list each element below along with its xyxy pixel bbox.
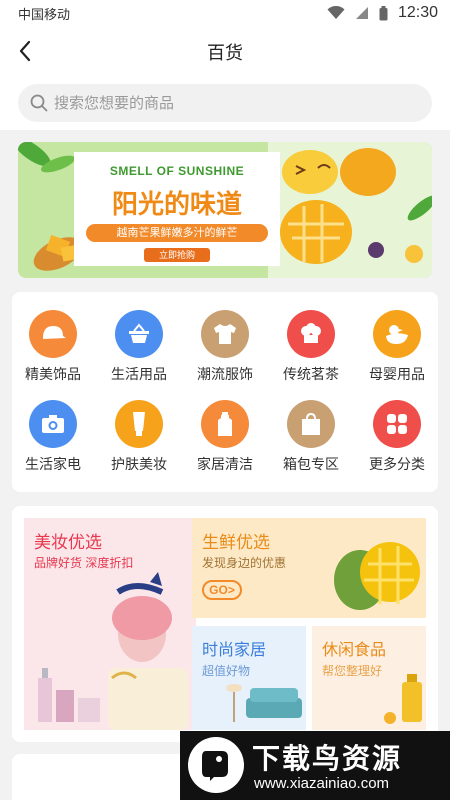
nav-header: 百货 — [0, 26, 450, 76]
status-bar: 中国移动 12:30 — [0, 0, 450, 26]
model-illustration — [38, 572, 188, 730]
status-icons: 12:30 — [327, 4, 438, 22]
watermark-banner[interactable]: 下载鸟资源 www.xiazainiao.com — [180, 731, 450, 800]
search-bar[interactable] — [18, 84, 432, 122]
category-label: 精美饰品 — [25, 366, 81, 382]
category-item-fashion[interactable]: 潮流服饰 — [185, 310, 265, 400]
battery-icon — [379, 5, 388, 20]
category-item-appliance[interactable]: 生活家电 — [13, 400, 93, 490]
promo-home[interactable]: 时尚家居 超值好物 — [192, 626, 306, 730]
watermark-url: www.xiazainiao.com — [254, 775, 390, 792]
signal-icon — [355, 7, 368, 19]
category-label: 潮流服饰 — [197, 366, 253, 382]
oil-bottle-illustration — [384, 674, 422, 724]
promo-banner[interactable]: SMELL OF SUNSHINE 阳光的味道 越南芒果鲜嫩多汁的鲜芒 立即抢购 — [18, 142, 432, 278]
watermark-title: 下载鸟资源 — [252, 743, 403, 774]
category-item-cleaning[interactable]: 家居清洁 — [185, 400, 265, 490]
cap-icon — [29, 310, 77, 358]
carrier-label: 中国移动 — [18, 6, 71, 22]
banner-title-en: SMELL OF SUNSHINE — [109, 164, 245, 178]
category-label: 母婴用品 — [369, 366, 425, 382]
cake-icon — [287, 310, 335, 358]
page-title: 百货 — [207, 43, 243, 63]
mango-illustration — [334, 542, 420, 610]
promo-fresh[interactable]: 生鲜优选 发现身边的优惠 GO> — [192, 518, 426, 618]
banner-card: SMELL OF SUNSHINE 阳光的味道 越南芒果鲜嫩多汁的鲜芒 立即抢购 — [74, 152, 280, 266]
category-item-more[interactable]: 更多分类 — [357, 400, 437, 490]
banner-title-cn: 阳光的味道 — [111, 189, 242, 219]
duck-icon — [373, 310, 421, 358]
category-item-bags[interactable]: 箱包专区 — [271, 400, 351, 490]
search-icon — [30, 94, 48, 112]
banner-subtitle: 越南芒果鲜嫩多汁的鲜芒 — [86, 224, 268, 242]
bird-logo-icon — [188, 737, 244, 793]
category-item-daily[interactable]: 生活用品 — [99, 310, 179, 400]
category-grid: 精美饰品 生活用品 潮流服饰 传统茗茶 母婴用品 生活家电 护肤美妆 家居清洁 … — [12, 292, 438, 492]
search-input[interactable] — [54, 94, 394, 112]
category-label: 生活用品 — [111, 366, 167, 382]
promo-snack[interactable]: 休闲食品 帮您整理好 — [312, 626, 426, 730]
category-label: 更多分类 — [369, 456, 425, 472]
tshirt-icon — [201, 310, 249, 358]
grid-icon — [373, 400, 421, 448]
bag-icon — [287, 400, 335, 448]
category-label: 护肤美妆 — [111, 456, 167, 472]
basket-icon — [115, 310, 163, 358]
search-section — [0, 76, 450, 130]
promo-beauty[interactable]: 美妆优选 品牌好货 深度折扣 — [24, 518, 196, 730]
tube-icon — [115, 400, 163, 448]
category-item-skincare[interactable]: 护肤美妆 — [99, 400, 179, 490]
bottle-icon — [201, 400, 249, 448]
category-label: 生活家电 — [25, 456, 81, 472]
banner-buy-button[interactable]: 立即抢购 — [144, 248, 210, 262]
sofa-illustration — [226, 684, 302, 722]
category-item-tea[interactable]: 传统茗茶 — [271, 310, 351, 400]
category-label: 传统茗茶 — [283, 366, 339, 382]
category-item-baby[interactable]: 母婴用品 — [357, 310, 437, 400]
category-label: 箱包专区 — [283, 456, 339, 472]
category-item-jewelry[interactable]: 精美饰品 — [13, 310, 93, 400]
camera-icon — [29, 400, 77, 448]
promo-panel: 美妆优选 品牌好货 深度折扣 生鲜优选 发现身边的优惠 GO> 时尚家居 超值好… — [12, 506, 438, 742]
wifi-icon — [327, 6, 345, 19]
category-label: 家居清洁 — [197, 456, 253, 472]
status-time: 12:30 — [397, 4, 438, 21]
